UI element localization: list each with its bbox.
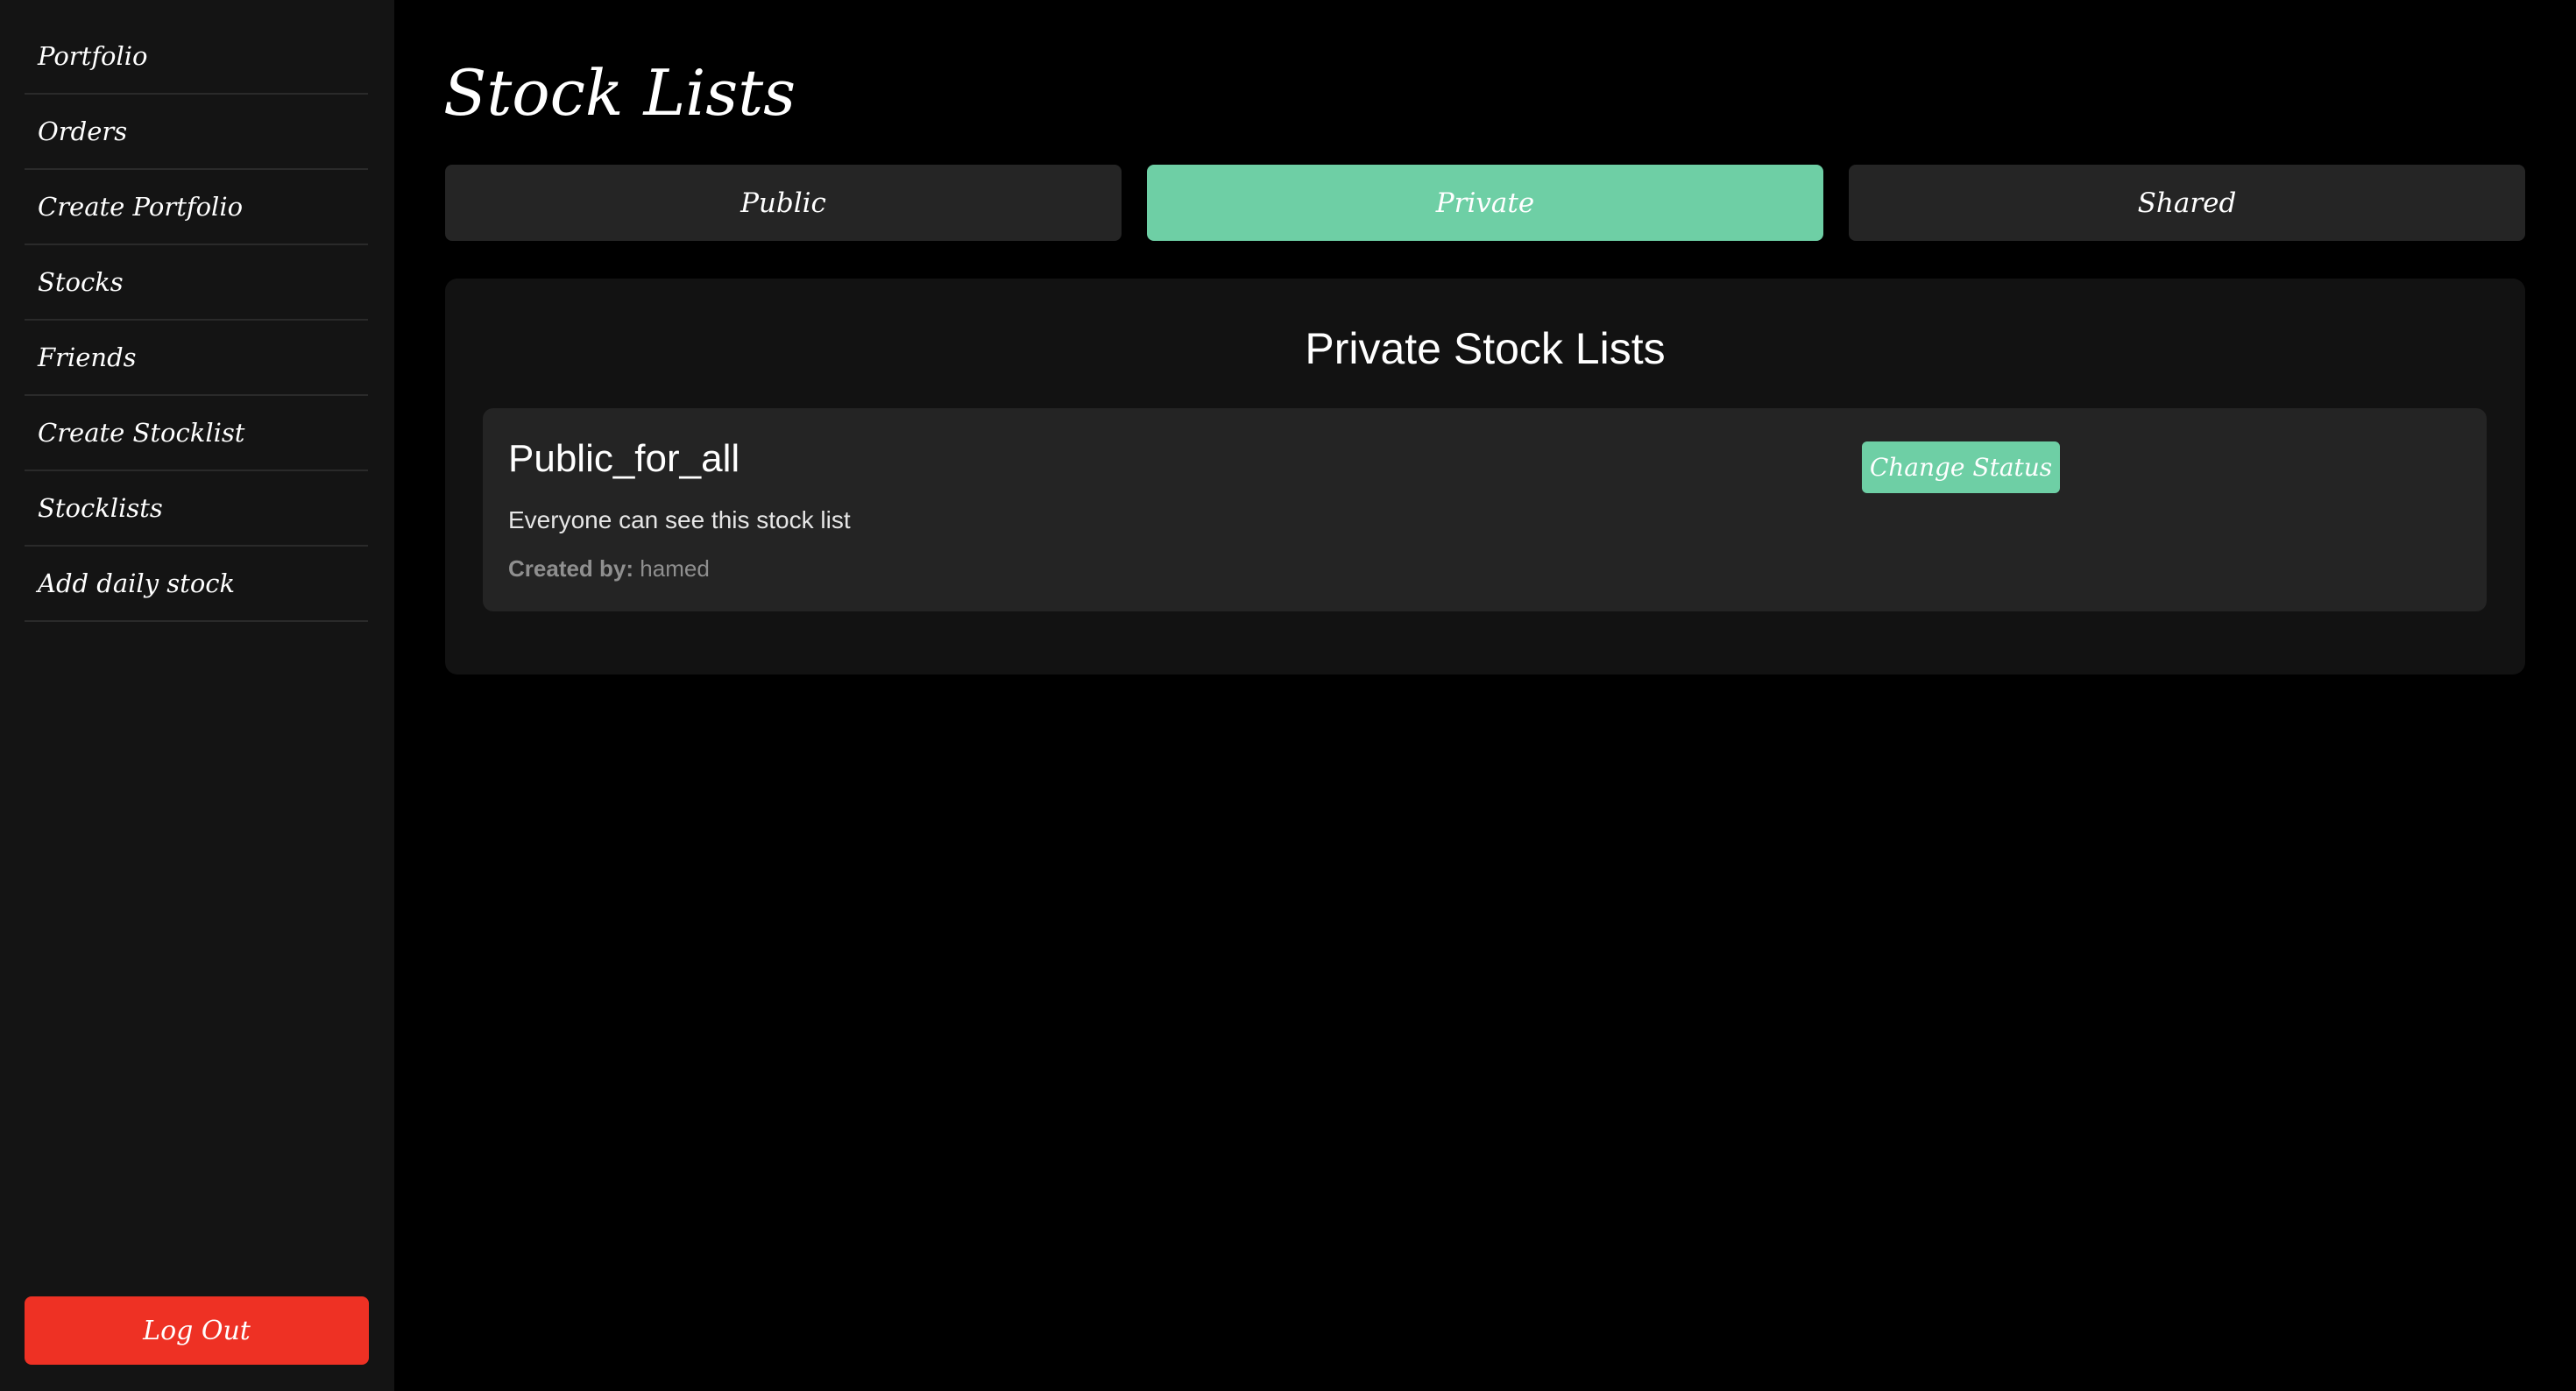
- sidebar-item-create-portfolio[interactable]: Create Portfolio: [25, 170, 368, 245]
- sidebar-item-add-daily-stock[interactable]: Add daily stock: [25, 547, 368, 622]
- sidebar-item-stocks[interactable]: Stocks: [25, 245, 368, 321]
- page-title: Stock Lists: [443, 56, 796, 130]
- sidebar-item-orders[interactable]: Orders: [25, 95, 368, 170]
- stock-list-name: Public_for_all: [508, 437, 740, 480]
- logout-button[interactable]: Log Out: [25, 1296, 369, 1365]
- stock-lists-panel: Private Stock Lists Public_for_all Every…: [445, 279, 2525, 674]
- sidebar-item-create-stocklist[interactable]: Create Stocklist: [25, 396, 368, 471]
- change-status-button[interactable]: Change Status: [1862, 441, 2060, 493]
- stock-list-description: Everyone can see this stock list: [508, 506, 851, 533]
- created-by-value: hamed: [640, 555, 710, 582]
- panel-title: Private Stock Lists: [1305, 324, 1666, 373]
- stock-list-creator: Created by: hamed: [508, 554, 710, 583]
- tab-bar: Public Private Shared: [445, 165, 2525, 241]
- tab-shared[interactable]: Shared: [1849, 165, 2525, 241]
- sidebar-item-portfolio[interactable]: Portfolio: [25, 19, 368, 95]
- sidebar-item-friends[interactable]: Friends: [25, 321, 368, 396]
- created-by-label: Created by:: [508, 555, 634, 582]
- tab-public[interactable]: Public: [445, 165, 1122, 241]
- sidebar-nav: Portfolio Orders Create Portfolio Stocks…: [25, 19, 368, 622]
- sidebar-item-stocklists[interactable]: Stocklists: [25, 471, 368, 547]
- stock-list-card: Public_for_all Everyone can see this sto…: [483, 408, 2487, 611]
- tab-private[interactable]: Private: [1147, 165, 1823, 241]
- sidebar: Portfolio Orders Create Portfolio Stocks…: [0, 0, 394, 1391]
